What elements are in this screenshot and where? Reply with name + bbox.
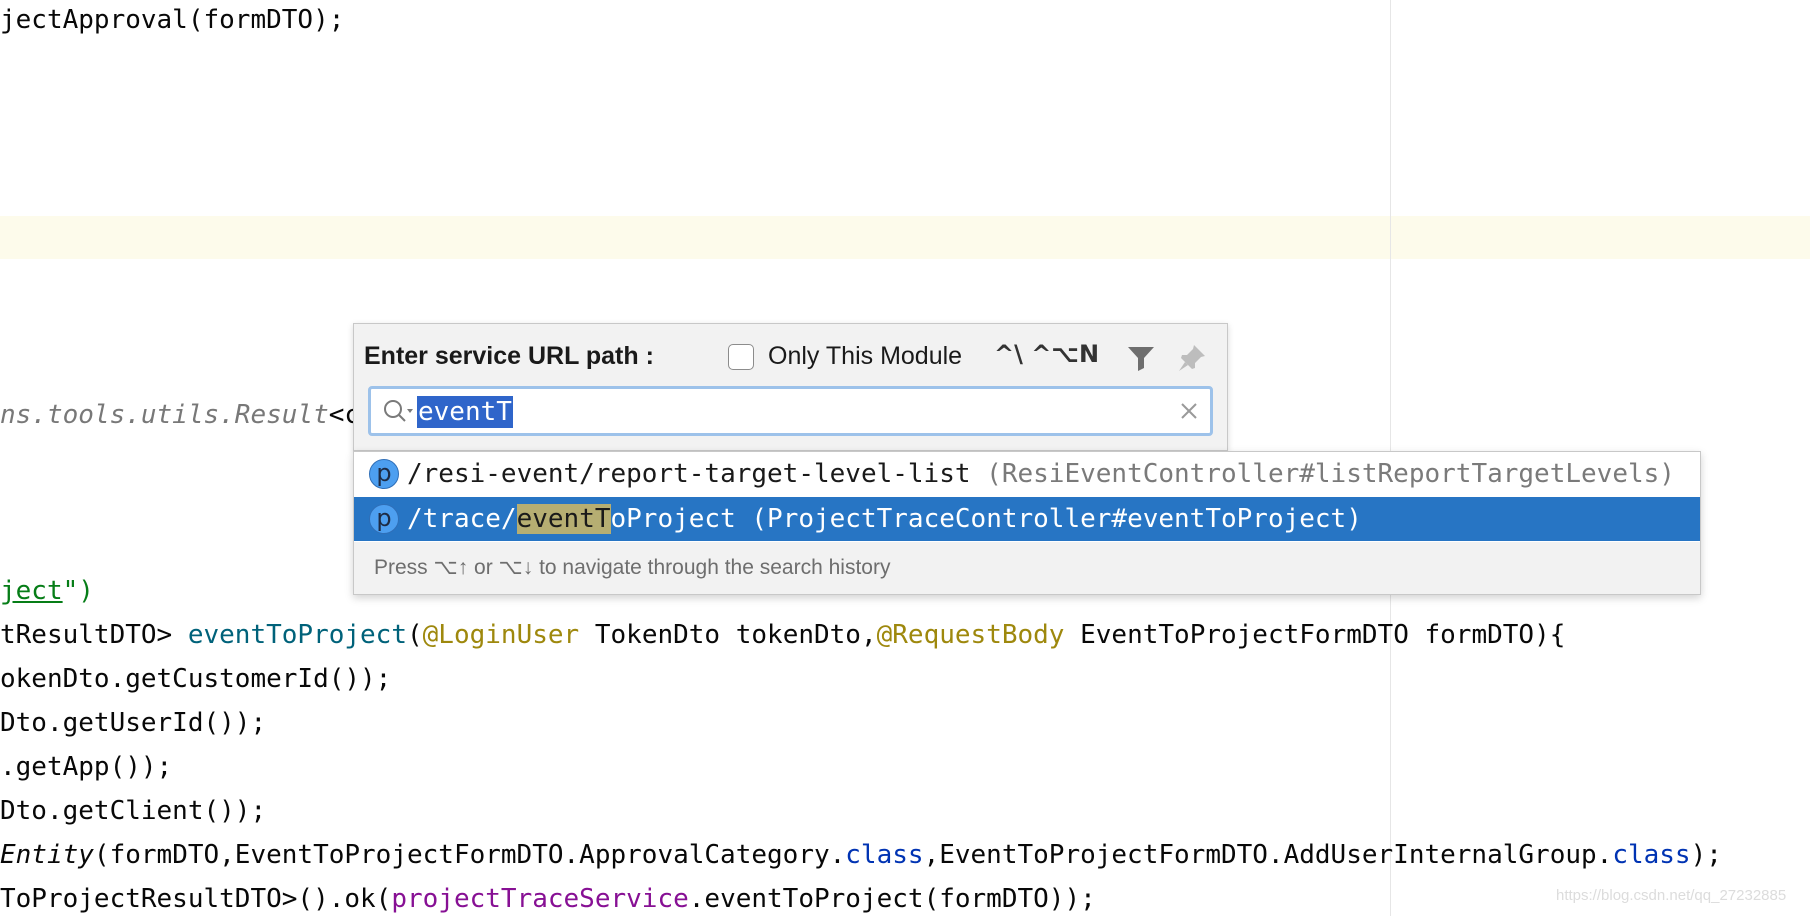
current-line-highlight [0,216,1810,259]
code-text: Dto.getUserId()); [0,708,267,738]
keyword: class [1612,840,1691,870]
only-this-module-label[interactable]: Only This Module [768,342,962,371]
result-path: oProject [610,504,736,534]
result-item-selected[interactable]: p /trace/eventToProject (ProjectTraceCon… [354,497,1700,541]
path-icon: p [369,459,399,489]
result-item[interactable]: p /resi-event/report-target-level-list (… [354,452,1700,496]
code-text: ,EventToProjectFormDTO.AddUserInternalGr… [923,840,1613,870]
code-line[interactable]: Entity(formDTO,EventToProjectFormDTO.App… [0,835,1722,875]
result-path: /resi-event/report-target-level-list [407,459,971,489]
code-text: Dto.getClient()); [0,796,267,826]
code-line[interactable]: okenDto.getCustomerId()); [0,659,391,699]
code-line[interactable]: ject") [0,571,94,611]
code-text: .getApp()); [0,752,173,782]
code-link[interactable]: ject [0,576,63,606]
annotation: @RequestBody [876,620,1065,650]
code-text: ") [62,576,94,606]
search-box[interactable]: eventT [368,386,1213,436]
only-this-module-checkbox[interactable] [728,344,754,370]
code-line[interactable]: tResultDTO> eventToProject(@LoginUser To… [0,615,1565,655]
results-list: p /resi-event/report-target-level-list (… [353,451,1701,595]
result-context: (ProjectTraceController#eventToProject) [735,504,1362,534]
code-text: ns.tools.utils.Result [0,400,329,430]
code-text: TokenDto tokenDto, [579,620,877,650]
field-name: projectTraceService [391,884,689,914]
shortcut-hint: ^\ ^⌥N [994,340,1100,368]
result-context: (ResiEventController#listReportTargetLev… [970,459,1675,489]
popup-title: Enter service URL path : [364,342,654,370]
annotation: @LoginUser [422,620,580,650]
pin-icon[interactable] [1176,342,1208,374]
code-line[interactable]: .getApp()); [0,747,172,787]
result-match: eventT [516,504,611,534]
code-text: Entity [0,840,94,870]
code-line[interactable]: jectApproval(formDTO); [0,0,344,40]
code-text: EventToProjectFormDTO formDTO){ [1064,620,1566,650]
filter-icon[interactable] [1126,344,1156,372]
code-text: (formDTO,EventToProjectFormDTO.ApprovalC… [93,840,846,870]
code-line[interactable]: Dto.getClient()); [0,791,266,831]
search-input[interactable] [417,396,1117,428]
code-text: jectApproval(formDTO); [0,5,345,35]
search-selected-text: eventT [417,396,513,428]
code-text: tResultDTO> [0,620,188,650]
navigation-hint: Press ⌥↑ or ⌥↓ to navigate through the s… [354,542,1700,594]
result-path: /trace/ [407,504,517,534]
watermark: https://blog.csdn.net/qq_27232885 [1556,887,1787,904]
code-line[interactable]: ns.tools.utils.Result<c [0,395,360,435]
keyword: class [845,840,924,870]
code-text: ); [1690,840,1722,870]
service-url-popup: Enter service URL path : Only This Modul… [353,323,1228,451]
search-history-icon[interactable] [381,397,415,427]
code-text: .eventToProject(formDTO)); [688,884,1096,914]
code-text: ToProjectResultDTO>().ok( [0,884,392,914]
clear-icon[interactable] [1179,401,1199,421]
code-text: okenDto.getCustomerId()); [0,664,392,694]
path-icon: p [369,504,399,534]
code-line[interactable]: ToProjectResultDTO>().ok(projectTraceSer… [0,879,1096,916]
code-line[interactable]: Dto.getUserId()); [0,703,266,743]
